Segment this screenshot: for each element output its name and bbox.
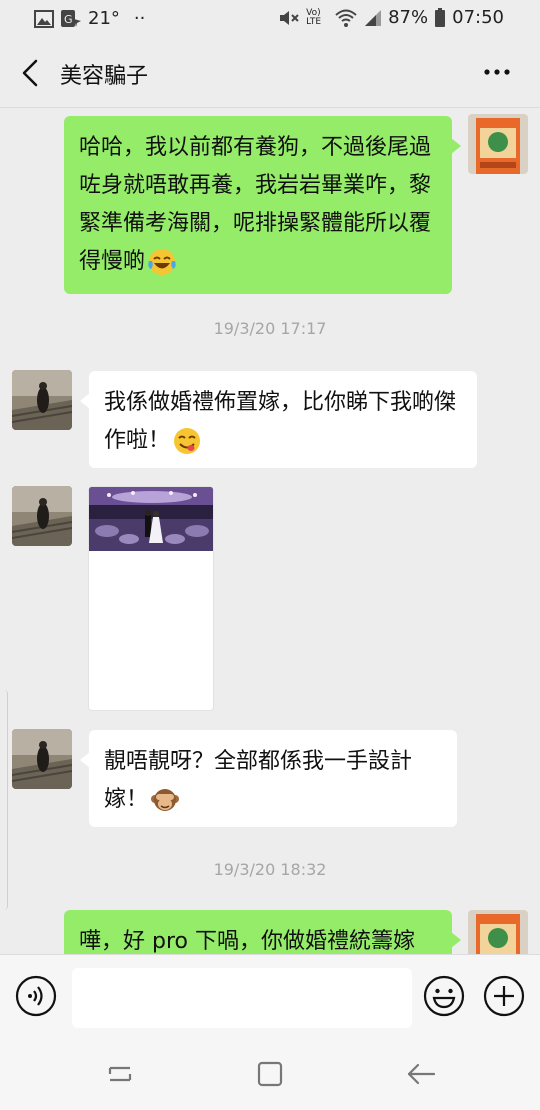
network-label: Vo) LTE bbox=[306, 7, 322, 27]
nav-back-icon[interactable] bbox=[404, 1058, 438, 1090]
status-dots: ·· bbox=[133, 8, 146, 29]
recent-apps-icon[interactable] bbox=[104, 1058, 136, 1090]
wedding-photo bbox=[89, 487, 213, 551]
sent-message-bubble[interactable]: 嘩，好 pro 下喎，你做婚禮統籌嫁 bbox=[64, 910, 461, 954]
contact-avatar[interactable] bbox=[12, 486, 72, 546]
message-list[interactable]: 哈哈，我以前都有養狗，不過後尾過咗身就唔敢再養，我岩岩畢業咋，黎緊準備考海關，呢… bbox=[0, 108, 540, 954]
timestamp: 19/3/20 18:32 bbox=[213, 860, 327, 879]
home-icon[interactable] bbox=[254, 1058, 286, 1090]
face-savoring-food-icon bbox=[174, 428, 201, 454]
signal-icon bbox=[365, 9, 382, 26]
input-bar bbox=[0, 954, 540, 1038]
message-input[interactable] bbox=[72, 968, 412, 1028]
see-no-evil-monkey-icon bbox=[151, 789, 180, 811]
temperature: 21° bbox=[88, 8, 120, 29]
battery-icon bbox=[435, 7, 446, 27]
self-avatar[interactable] bbox=[468, 910, 528, 954]
more-options-icon[interactable] bbox=[482, 60, 512, 84]
received-message-bubble[interactable]: 我係做婚禮佈置嫁，比你睇下我啲傑作啦！ bbox=[80, 371, 477, 468]
contact-avatar[interactable] bbox=[12, 370, 72, 430]
received-message-bubble[interactable]: 靚唔靚呀？全部都係我一手設計嫁！ bbox=[80, 730, 457, 827]
mute-icon bbox=[280, 10, 299, 25]
message-text: 嘩，好 pro 下喎，你做婚禮統籌嫁 bbox=[79, 929, 415, 954]
navigation-icon: G bbox=[61, 9, 81, 27]
chat-header: 美容騙子 bbox=[0, 38, 540, 108]
image-message[interactable] bbox=[88, 486, 214, 711]
status-bar: G 21° ·· Vo) LTE 87% 07:50 bbox=[0, 0, 540, 38]
svg-text:G: G bbox=[64, 13, 73, 26]
sent-message-bubble[interactable]: 哈哈，我以前都有養狗，不過後尾過咗身就唔敢再養，我岩岩畢業咋，黎緊準備考海關，呢… bbox=[64, 116, 461, 294]
battery-percent: 87% bbox=[388, 7, 429, 28]
self-avatar[interactable] bbox=[468, 114, 528, 174]
back-arrow-icon[interactable] bbox=[14, 56, 48, 90]
clock: 07:50 bbox=[452, 7, 504, 28]
wifi-icon bbox=[335, 9, 357, 27]
emoji-button-icon[interactable] bbox=[422, 974, 466, 1018]
plus-button-icon[interactable] bbox=[482, 974, 526, 1018]
message-text: 我係做婚禮佈置嫁，比你睇下我啲傑作啦！ bbox=[104, 390, 457, 453]
system-navigation-bar bbox=[0, 1038, 540, 1110]
contact-avatar[interactable] bbox=[12, 729, 72, 789]
gallery-icon bbox=[34, 9, 54, 28]
face-with-tears-of-joy-icon bbox=[148, 249, 176, 275]
voice-input-icon[interactable] bbox=[14, 974, 58, 1018]
chat-title: 美容騙子 bbox=[60, 64, 149, 89]
message-text: 哈哈，我以前都有養狗，不過後尾過咗身就唔敢再養，我岩岩畢業咋，黎緊準備考海關，呢… bbox=[79, 135, 432, 274]
timestamp: 19/3/20 17:17 bbox=[213, 319, 327, 338]
scroll-indicator[interactable] bbox=[0, 690, 8, 910]
